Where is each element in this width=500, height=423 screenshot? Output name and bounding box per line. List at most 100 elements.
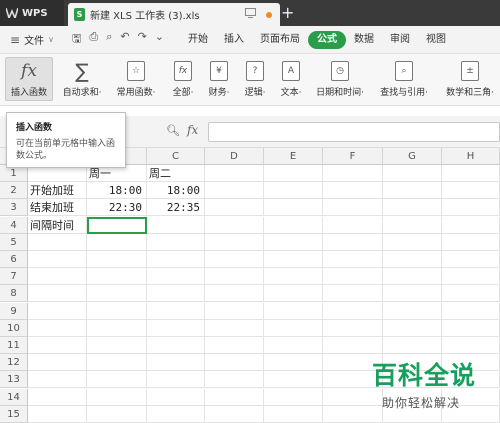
- cell-g3[interactable]: [383, 199, 442, 216]
- cell-d11[interactable]: [205, 337, 264, 354]
- zoom-icon[interactable]: 🔍︎: [166, 124, 180, 137]
- cell-e11[interactable]: [264, 337, 323, 354]
- cell-a3[interactable]: 结束加班: [28, 199, 87, 216]
- formula-input[interactable]: [208, 122, 500, 142]
- cell-f5[interactable]: [323, 234, 383, 251]
- tab-page-layout[interactable]: 页面布局: [252, 31, 308, 49]
- insert-function-button[interactable]: fx 插入函数: [5, 57, 53, 101]
- print-preview-icon[interactable]: ⌕: [106, 30, 112, 49]
- cell-a6[interactable]: [28, 251, 87, 268]
- cell-d3[interactable]: [205, 199, 264, 216]
- row-header-7[interactable]: 7: [0, 268, 28, 285]
- cell-h2[interactable]: [442, 182, 500, 199]
- cell-d13[interactable]: [205, 371, 264, 388]
- cell-g2[interactable]: [383, 182, 442, 199]
- cell-g10[interactable]: [383, 320, 442, 337]
- cell-c15[interactable]: [147, 406, 205, 423]
- cell-h10[interactable]: [442, 320, 500, 337]
- cell-c11[interactable]: [147, 337, 205, 354]
- autosum-button[interactable]: ∑ 自动求和·: [58, 58, 106, 98]
- cell-a7[interactable]: [28, 268, 87, 285]
- row-header-15[interactable]: 15: [0, 406, 28, 423]
- cell-c6[interactable]: [147, 251, 205, 268]
- cell-e15[interactable]: [264, 406, 323, 423]
- cell-b12[interactable]: [87, 354, 147, 371]
- cell-b13[interactable]: [87, 371, 147, 388]
- cell-e10[interactable]: [264, 320, 323, 337]
- undo-icon[interactable]: ↶: [120, 30, 129, 49]
- cell-h9[interactable]: [442, 303, 500, 320]
- cell-d9[interactable]: [205, 303, 264, 320]
- cell-d6[interactable]: [205, 251, 264, 268]
- document-tab[interactable]: S 新建 XLS 工作表 (3).xls: [68, 3, 280, 26]
- cell-f7[interactable]: [323, 268, 383, 285]
- cell-f11[interactable]: [323, 337, 383, 354]
- column-header-h[interactable]: H: [442, 148, 500, 165]
- cell-f2[interactable]: [323, 182, 383, 199]
- cell-b15[interactable]: [87, 406, 147, 423]
- more-chevron-icon[interactable]: ⌄: [155, 30, 164, 49]
- cell-a9[interactable]: [28, 303, 87, 320]
- save-icon[interactable]: 🖫: [72, 30, 81, 49]
- cell-b3[interactable]: 22:30: [87, 199, 147, 216]
- cell-e1[interactable]: [264, 165, 323, 182]
- redo-icon[interactable]: ↷: [138, 30, 147, 49]
- cell-c3[interactable]: 22:35: [147, 199, 205, 216]
- print-icon[interactable]: ⎙: [89, 30, 98, 49]
- tab-view[interactable]: 视图: [418, 31, 454, 49]
- row-header-12[interactable]: 12: [0, 354, 28, 371]
- math-button[interactable]: ± 数学和三角·: [442, 58, 498, 98]
- wps-home-tab[interactable]: WPS: [0, 0, 64, 26]
- cell-c2[interactable]: 18:00: [147, 182, 205, 199]
- tab-home[interactable]: 开始: [180, 31, 216, 49]
- cell-h11[interactable]: [442, 337, 500, 354]
- cell-e4[interactable]: [264, 217, 323, 234]
- cell-g4[interactable]: [383, 217, 442, 234]
- cell-c1[interactable]: 周二: [147, 165, 205, 182]
- cell-d15[interactable]: [205, 406, 264, 423]
- row-header-9[interactable]: 9: [0, 303, 28, 320]
- cell-e6[interactable]: [264, 251, 323, 268]
- cell-d10[interactable]: [205, 320, 264, 337]
- column-header-c[interactable]: C: [147, 148, 205, 165]
- cell-d14[interactable]: [205, 389, 264, 406]
- cell-f4[interactable]: [323, 217, 383, 234]
- new-tab-button[interactable]: +: [281, 3, 294, 22]
- cell-b5[interactable]: [87, 234, 147, 251]
- tab-insert[interactable]: 插入: [216, 31, 252, 49]
- row-header-3[interactable]: 3: [0, 199, 28, 216]
- cell-e3[interactable]: [264, 199, 323, 216]
- cell-b7[interactable]: [87, 268, 147, 285]
- lookup-button[interactable]: ⌕ 查找与引用·: [376, 58, 432, 98]
- common-functions-button[interactable]: ☆ 常用函数·: [113, 58, 159, 98]
- cell-f6[interactable]: [323, 251, 383, 268]
- cell-g7[interactable]: [383, 268, 442, 285]
- row-header-5[interactable]: 5: [0, 234, 28, 251]
- row-header-11[interactable]: 11: [0, 337, 28, 354]
- cell-a15[interactable]: [28, 406, 87, 423]
- cell-d4[interactable]: [205, 217, 264, 234]
- cell-g11[interactable]: [383, 337, 442, 354]
- cell-d12[interactable]: [205, 354, 264, 371]
- cell-h6[interactable]: [442, 251, 500, 268]
- cell-a13[interactable]: [28, 371, 87, 388]
- fx-label[interactable]: fx: [187, 123, 198, 137]
- cell-f3[interactable]: [323, 199, 383, 216]
- datetime-button[interactable]: ◷ 日期和时间·: [312, 58, 368, 98]
- cell-a2[interactable]: 开始加班: [28, 182, 87, 199]
- cell-e5[interactable]: [264, 234, 323, 251]
- cell-a14[interactable]: [28, 389, 87, 406]
- file-menu[interactable]: ≡ 文件 ∨: [0, 32, 72, 48]
- finance-button[interactable]: ¥ 财务·: [203, 58, 235, 98]
- cell-c8[interactable]: [147, 285, 205, 302]
- cell-b9[interactable]: [87, 303, 147, 320]
- row-header-14[interactable]: 14: [0, 389, 28, 406]
- row-header-6[interactable]: 6: [0, 251, 28, 268]
- row-header-10[interactable]: 10: [0, 320, 28, 337]
- cell-d2[interactable]: [205, 182, 264, 199]
- column-header-d[interactable]: D: [205, 148, 264, 165]
- cell-c12[interactable]: [147, 354, 205, 371]
- cell-c4[interactable]: [147, 217, 205, 234]
- monitor-icon[interactable]: [245, 8, 256, 18]
- row-header-13[interactable]: 13: [0, 371, 28, 388]
